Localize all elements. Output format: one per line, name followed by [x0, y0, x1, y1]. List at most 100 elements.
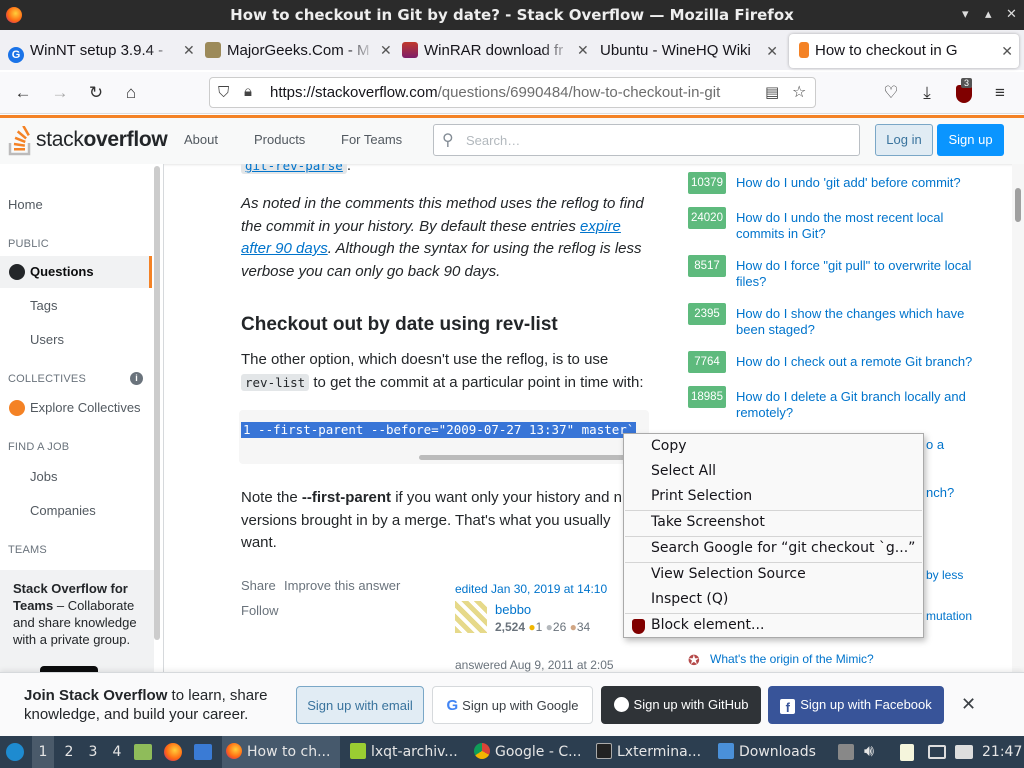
- menu-item-view-selection-source[interactable]: View Selection Source: [651, 566, 806, 582]
- hot-question-fragment[interactable]: by less: [926, 568, 963, 582]
- tab-majorgeeks[interactable]: MajorGeeks.Com - M: [205, 34, 395, 68]
- linked-question-link[interactable]: How do I show the changes which have bee…: [736, 306, 986, 338]
- login-button[interactable]: Log in: [875, 124, 933, 156]
- lock-icon[interactable]: 🔒︎: [244, 83, 252, 100]
- firefox-launcher-icon[interactable]: [164, 743, 182, 761]
- menu-item-inspect[interactable]: Inspect (Q): [651, 591, 728, 607]
- tab-winrar[interactable]: WinRAR download fr: [402, 34, 592, 68]
- task-chrome[interactable]: Google - C...: [470, 736, 588, 768]
- task-firefox[interactable]: How to ch...: [222, 736, 340, 768]
- close-tab-icon[interactable]: ✕: [380, 42, 392, 59]
- linked-question-link[interactable]: How do I force "git pull" to overwrite l…: [736, 258, 986, 290]
- editor-avatar[interactable]: [455, 601, 487, 633]
- menu-item-search-google[interactable]: Search Google for “git checkout `g...”: [651, 540, 915, 556]
- task-lxqt-archiver[interactable]: lxqt-archiv...: [346, 736, 464, 768]
- hot-question-link[interactable]: What's the origin of the Mimic?: [710, 652, 874, 666]
- signup-facebook-button[interactable]: f Sign up with Facebook: [768, 686, 944, 724]
- close-tab-icon[interactable]: ✕: [1001, 34, 1013, 68]
- linked-question-link[interactable]: How do I delete a Git branch locally and…: [736, 389, 986, 421]
- signup-button[interactable]: Sign up: [937, 124, 1004, 156]
- tracking-shield-icon[interactable]: ⛉: [218, 84, 229, 101]
- linked-question-link[interactable]: How do I undo 'git add' before commit?: [736, 175, 986, 191]
- show-desktop-icon[interactable]: [194, 744, 212, 760]
- sidebar-item-home[interactable]: Home: [8, 197, 43, 212]
- menu-item-take-screenshot[interactable]: Take Screenshot: [651, 514, 765, 530]
- linked-question-fragment[interactable]: o a: [926, 437, 944, 452]
- tab-stackoverflow[interactable]: How to checkout in G ✕: [789, 34, 1019, 68]
- sidebar-item-users[interactable]: Users: [30, 332, 64, 347]
- stackoverflow-logo-icon[interactable]: [8, 125, 34, 156]
- nav-for-teams[interactable]: For Teams: [341, 132, 402, 147]
- desktop-4[interactable]: 4: [106, 736, 128, 768]
- search-input[interactable]: ⚲ Search…: [433, 124, 860, 156]
- close-tab-icon[interactable]: ✕: [183, 42, 195, 59]
- page-scrollbar-thumb[interactable]: [1015, 188, 1021, 222]
- task-downloads[interactable]: Downloads: [714, 736, 832, 768]
- vote-count: 10379: [688, 172, 726, 194]
- menu-item-copy[interactable]: Copy: [651, 438, 687, 454]
- menu-item-print-selection[interactable]: Print Selection: [651, 488, 752, 504]
- downloads-icon[interactable]: ⤓: [914, 80, 940, 106]
- task-terminal[interactable]: Lxtermina...: [592, 736, 710, 768]
- signup-email-button[interactable]: Sign up with email: [296, 686, 424, 724]
- code-block[interactable]: 1 --first-parent --before="2009-07-27 13…: [239, 410, 649, 464]
- sidebar-item-questions[interactable]: Questions: [0, 256, 152, 288]
- file-manager-launcher-icon[interactable]: [134, 744, 152, 760]
- network-icon[interactable]: [928, 745, 946, 759]
- sidebar-item-explore-collectives[interactable]: Explore Collectives: [30, 400, 141, 415]
- sidebar-item-tags[interactable]: Tags: [30, 298, 57, 313]
- code-scrollbar[interactable]: [419, 455, 639, 460]
- url-bar[interactable]: ⛉ 🔒︎ https://stackoverflow.com/questions…: [209, 77, 816, 108]
- sidebar-item-companies[interactable]: Companies: [30, 503, 96, 518]
- hot-question-fragment[interactable]: mutation: [926, 609, 972, 623]
- desktop-2[interactable]: 2: [58, 736, 80, 768]
- info-icon[interactable]: i: [130, 372, 143, 385]
- sidebar-heading-find-job: FIND A JOB: [8, 441, 70, 453]
- share-link[interactable]: Share: [241, 578, 276, 593]
- back-icon[interactable]: ←: [10, 80, 36, 106]
- lxqt-start-icon[interactable]: [6, 743, 24, 761]
- page-scrollbar[interactable]: [1012, 164, 1024, 684]
- google-icon: G: [446, 697, 459, 714]
- pocket-icon[interactable]: ♡: [878, 80, 904, 106]
- minimize-icon[interactable]: ▾: [962, 0, 969, 30]
- desktop-3[interactable]: 3: [82, 736, 104, 768]
- linked-question-fragment[interactable]: nch?: [926, 485, 954, 500]
- improve-answer-link[interactable]: Improve this answer: [284, 578, 400, 593]
- forward-icon[interactable]: →: [47, 80, 73, 106]
- nav-products[interactable]: Products: [254, 132, 305, 147]
- tab-winehq[interactable]: Ubuntu - WineHQ Wiki ✕: [598, 34, 784, 68]
- linked-question-link[interactable]: How do I undo the most recent local comm…: [736, 210, 986, 242]
- menu-icon[interactable]: ≡: [987, 80, 1013, 106]
- close-banner-icon[interactable]: ✕: [961, 694, 976, 715]
- follow-link[interactable]: Follow: [241, 603, 279, 618]
- keyboard-icon[interactable]: [955, 745, 973, 759]
- volume-icon[interactable]: 🔊︎: [864, 741, 874, 761]
- context-menu: Copy Select All Print Selection Take Scr…: [623, 433, 924, 638]
- desktop-1[interactable]: 1: [32, 736, 54, 768]
- editor-name[interactable]: bebbo: [495, 602, 531, 617]
- edited-timestamp[interactable]: edited Jan 30, 2019 at 14:10: [455, 582, 607, 596]
- home-icon[interactable]: ⌂: [118, 80, 144, 106]
- sidebar-item-jobs[interactable]: Jobs: [30, 469, 57, 484]
- maximize-icon[interactable]: ▴: [985, 0, 992, 30]
- clock[interactable]: 21:47: [982, 736, 1022, 768]
- so-wordmark[interactable]: stackoverflow: [36, 128, 168, 152]
- menu-item-block-element[interactable]: Block element...: [651, 617, 764, 633]
- signup-github-button[interactable]: Sign up with GitHub: [601, 686, 761, 724]
- close-window-icon[interactable]: ✕: [1006, 0, 1017, 30]
- signup-google-button[interactable]: G Sign up with Google: [432, 686, 593, 724]
- bookmark-star-icon[interactable]: ☆: [792, 82, 806, 102]
- selected-code[interactable]: 1 --first-parent --before="2009-07-27 13…: [241, 422, 637, 438]
- close-tab-icon[interactable]: ✕: [766, 34, 778, 68]
- reader-view-icon[interactable]: ▤: [765, 83, 779, 101]
- sidebar-scrollbar[interactable]: [154, 166, 160, 640]
- tray-app-icon[interactable]: [838, 744, 854, 760]
- close-tab-icon[interactable]: ✕: [577, 42, 589, 59]
- linked-question-link[interactable]: How do I check out a remote Git branch?: [736, 354, 986, 370]
- tab-winnt-setup[interactable]: G WinNT setup 3.9.4 -: [8, 34, 198, 68]
- nav-about[interactable]: About: [184, 132, 218, 147]
- menu-item-select-all[interactable]: Select All: [651, 463, 716, 479]
- clipboard-icon[interactable]: [900, 744, 914, 761]
- reload-icon[interactable]: ↻: [83, 80, 109, 106]
